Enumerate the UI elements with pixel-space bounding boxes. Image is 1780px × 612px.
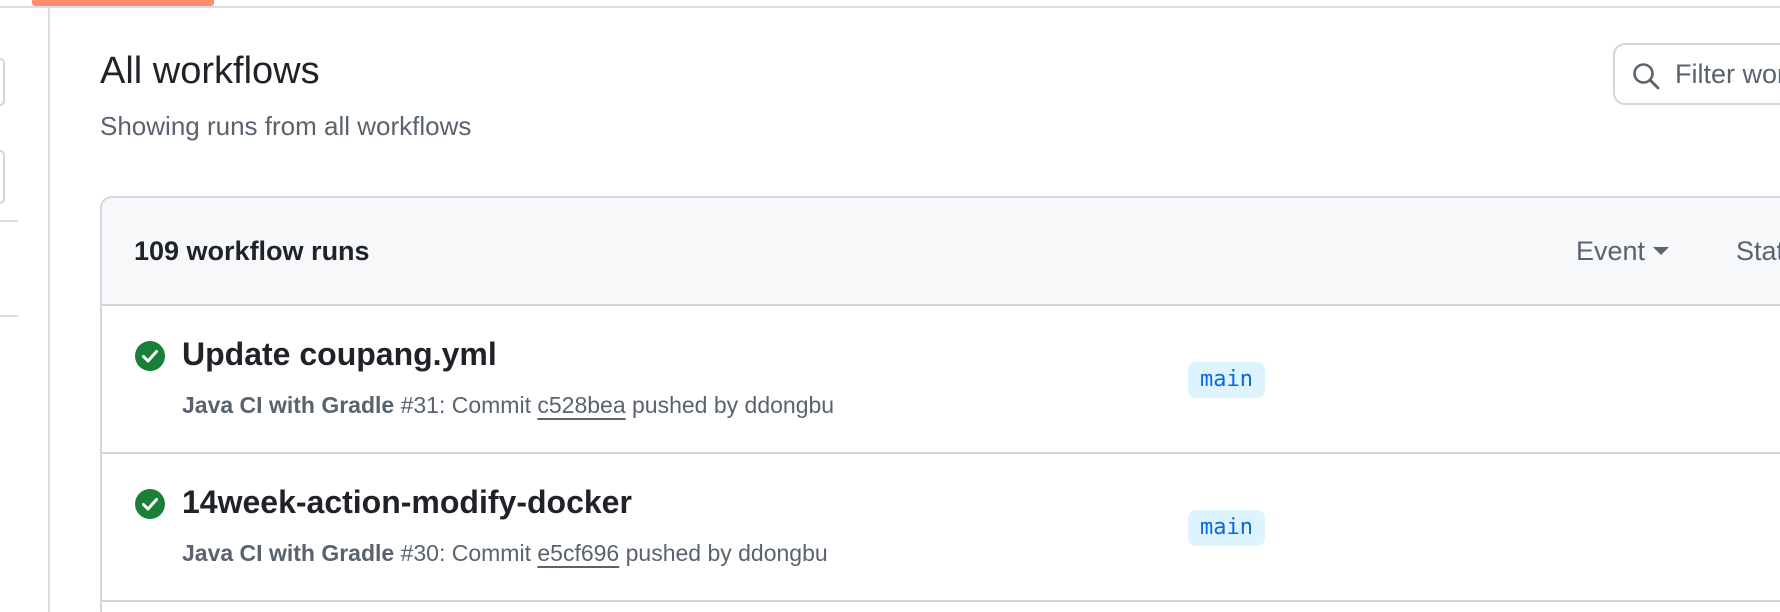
workflow-run-row[interactable]: Update coupang.yml Java CI with Gradle #…	[102, 306, 1780, 454]
commit-sha-link[interactable]: e5cf696	[537, 540, 619, 566]
status-filter-label: Status	[1736, 236, 1780, 266]
top-nav-border	[0, 0, 1780, 8]
pushed-by-label: pushed by	[625, 540, 732, 566]
runs-list-header: 109 workflow runs Event Status	[102, 198, 1780, 306]
run-meta: Java CI with Gradle #30: Commit e5cf696 …	[182, 540, 828, 567]
commit-sha-link[interactable]: c528bea	[537, 392, 625, 418]
active-tab-indicator	[32, 0, 214, 6]
run-title-link[interactable]: Update coupang.yml	[182, 336, 497, 373]
run-title-link[interactable]: 14week-action-modify-docker	[182, 484, 632, 521]
author-name: ddongbu	[738, 540, 828, 566]
page-title: All workflows	[100, 50, 320, 92]
workflow-run-row[interactable]: 14week-action-modify-docker Java CI with…	[102, 454, 1780, 602]
sidebar-divider	[0, 315, 18, 317]
author-name: ddongbu	[744, 392, 835, 418]
check-circle-icon	[135, 489, 165, 519]
caret-down-icon	[1653, 246, 1670, 255]
filter-workflow-runs-input[interactable]	[1675, 45, 1780, 103]
sidebar-divider	[0, 220, 18, 222]
check-circle-icon	[135, 341, 165, 371]
status-filter-dropdown[interactable]: Status	[1736, 236, 1780, 267]
search-icon	[1633, 63, 1660, 90]
branch-badge[interactable]: main	[1188, 510, 1265, 546]
event-filter-dropdown[interactable]: Event	[1576, 236, 1670, 267]
run-number: #30	[400, 540, 439, 566]
workflows-page: All workflows Showing runs from all work…	[0, 0, 1780, 612]
branch-badge[interactable]: main	[1188, 362, 1265, 398]
commit-prefix: : Commit	[438, 540, 531, 566]
run-meta: Java CI with Gradle #31: Commit c528bea …	[182, 392, 834, 419]
sidebar-button-fragment[interactable]	[0, 58, 5, 106]
filter-workflow-runs-field[interactable]	[1613, 43, 1780, 105]
sidebar-button-fragment[interactable]	[0, 150, 5, 204]
event-filter-label: Event	[1576, 236, 1646, 266]
pushed-by-label: pushed by	[632, 392, 739, 418]
run-number: #31	[400, 392, 439, 418]
page-subtitle: Showing runs from all workflows	[100, 111, 472, 141]
workflow-name: Java CI with Gradle	[182, 392, 395, 418]
commit-prefix: : Commit	[438, 392, 531, 418]
workflow-name: Java CI with Gradle	[182, 540, 395, 566]
workflow-runs-list: 109 workflow runs Event Status Update co…	[100, 196, 1780, 612]
workflow-runs-count: 109 workflow runs	[134, 236, 370, 266]
left-sidebar	[0, 8, 50, 612]
